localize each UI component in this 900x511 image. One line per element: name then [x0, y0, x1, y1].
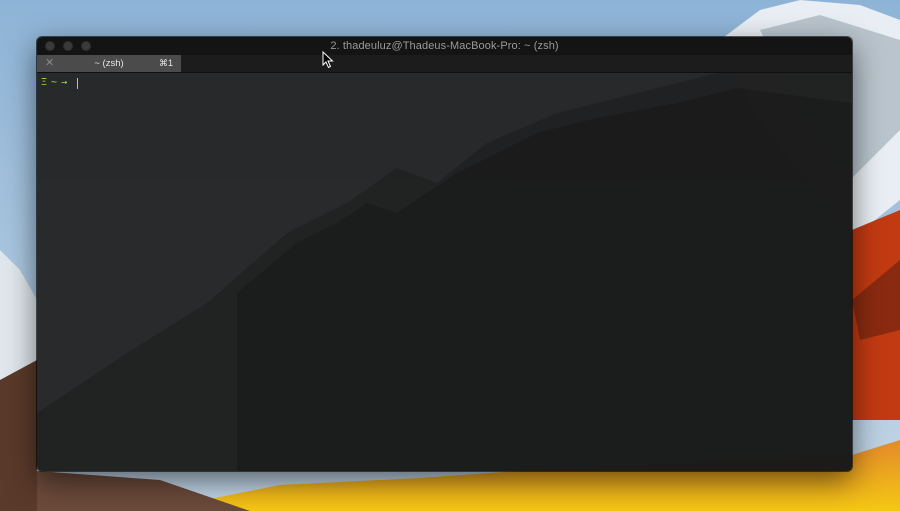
prompt-cwd: ~ [51, 77, 58, 88]
prompt-symbol: Ξ [41, 77, 48, 88]
zoom-window-button[interactable] [81, 41, 91, 51]
background-mountain-silhouette [37, 73, 852, 471]
close-window-button[interactable] [45, 41, 55, 51]
tab-shortcut: ⌘1 [158, 58, 173, 68]
prompt-arrow: → [61, 77, 68, 88]
tab-zsh[interactable]: ✕ ~ (zsh) ⌘1 [37, 55, 181, 72]
prompt-line: Ξ ~ → [41, 77, 79, 89]
window-title: 2. thadeuluz@Thadeus-MacBook-Pro: ~ (zsh… [330, 40, 559, 52]
mouse-pointer-icon [322, 51, 334, 69]
minimize-window-button[interactable] [63, 41, 73, 51]
traffic-lights [45, 41, 91, 51]
window-titlebar[interactable]: 2. thadeuluz@Thadeus-MacBook-Pro: ~ (zsh… [37, 37, 852, 55]
text-cursor [77, 77, 79, 89]
tab-bar: ✕ ~ (zsh) ⌘1 [37, 55, 852, 73]
terminal-window: 2. thadeuluz@Thadeus-MacBook-Pro: ~ (zsh… [37, 37, 852, 471]
terminal-content[interactable]: Ξ ~ → [37, 73, 852, 471]
